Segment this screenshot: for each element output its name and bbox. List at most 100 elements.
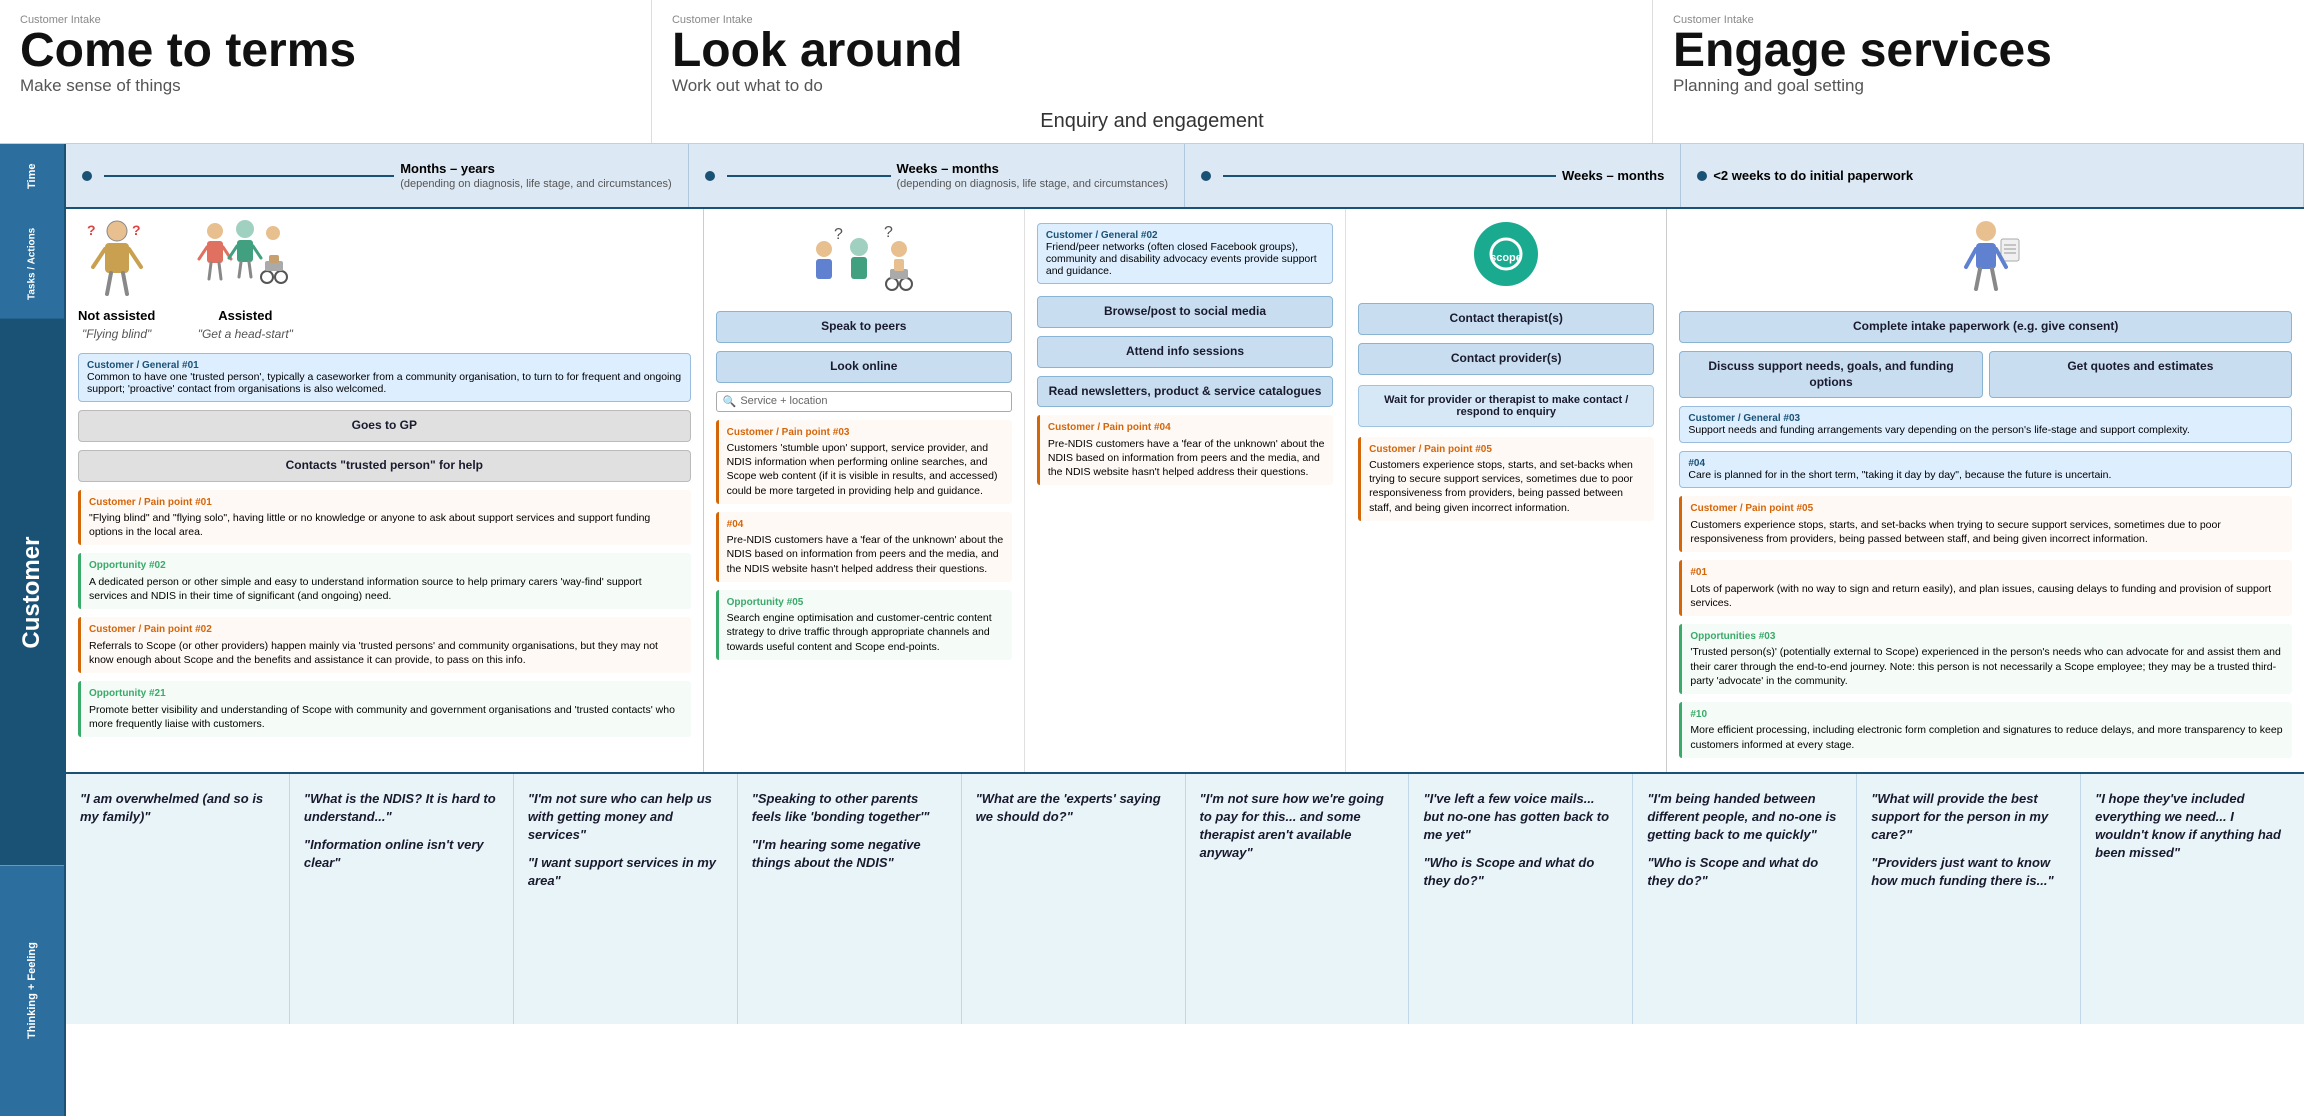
action-goes-to-gp: Goes to GP <box>78 410 691 442</box>
left-strip: Time Tasks / Actions Customer Thinking +… <box>0 144 66 1116</box>
pain-2-label: Customer / Pain point #02 <box>89 623 683 637</box>
thinking-quote-2b: "Information online isn't very clear" <box>304 836 499 872</box>
pain-6-text: Customers experience stops, starts, and … <box>1369 458 1646 515</box>
time-text-4: <2 weeks to do initial paperwork <box>1713 168 1913 183</box>
pain-note-7b: #01 Lots of paperwork (with no way to si… <box>1679 560 2292 616</box>
thinking-cell-2: "What is the NDIS? It is hard to underst… <box>290 774 514 1024</box>
pain-note-3: Customer / Pain point #03 Customers 'stu… <box>716 420 1012 504</box>
pain-5-text: Pre-NDIS customers have a 'fear of the u… <box>1048 437 1325 480</box>
action-read-newsletters: Read newsletters, product & service cata… <box>1037 376 1333 408</box>
thinking-cell-4: "Speaking to other parents feels like 'b… <box>738 774 962 1024</box>
not-assisted-figure: ? ? <box>87 219 147 299</box>
time-text-1: Months – years (depending on diagnosis, … <box>400 161 672 190</box>
thinking-quote-1: "I am overwhelmed (and so is my family)" <box>80 790 275 826</box>
opp-2-label: Opportunity #21 <box>89 687 683 701</box>
action-speak-peers: Speak to peers <box>716 311 1012 343</box>
pain-7b-label: #01 <box>1690 566 2284 580</box>
assisted-label: Assisted <box>195 308 295 323</box>
time-cell-3: Weeks – months <box>1185 144 1681 207</box>
illustrations-row: ? ? Not assisted "Flying blind" <box>78 219 691 341</box>
thinking-quote-5: "What are the 'experts' saying we should… <box>976 790 1171 826</box>
thinking-quote-6: "I'm not sure how we're going to pay for… <box>1200 790 1395 863</box>
thinking-quote-3: "I'm not sure who can help us with getti… <box>528 790 723 845</box>
svg-text:?: ? <box>834 226 843 243</box>
person-assisted: Assisted "Get a head-start" <box>195 219 295 341</box>
opp-4-text: 'Trusted person(s)' (potentially externa… <box>1690 645 2284 688</box>
pain-4-label: #04 <box>727 518 1004 532</box>
look-around-figures: ? ? <box>716 219 1012 299</box>
not-assisted-label: Not assisted <box>78 308 155 323</box>
cust-general-2: Customer / General #02 Friend/peer netwo… <box>1037 223 1333 284</box>
opp-4-label: Opportunities #03 <box>1690 630 2284 644</box>
phase-3-subtitle: Planning and goal setting <box>1673 76 2284 96</box>
opp-1-label: Opportunity #02 <box>89 559 683 573</box>
phase-2-enquiry: Enquiry and engagement <box>672 96 1632 133</box>
thinking-cell-6: "I'm not sure how we're going to pay for… <box>1186 774 1410 1024</box>
pain-note-2: Customer / Pain point #02 Referrals to S… <box>78 617 691 673</box>
search-icon: 🔍 <box>723 395 737 408</box>
cust-general-2-text: Friend/peer networks (often closed Faceb… <box>1046 241 1324 277</box>
phase-1-block: Customer Intake Come to terms Make sense… <box>0 0 652 143</box>
pain-7b-text: Lots of paperwork (with no way to sign a… <box>1690 582 2284 610</box>
col-look-around: ? ? <box>704 209 1668 771</box>
opp-5-text: More efficient processing, including ele… <box>1690 723 2284 751</box>
thinking-quote-3b: "I want support services in my area" <box>528 854 723 890</box>
pain-6-label: Customer / Pain point #05 <box>1369 443 1646 457</box>
phase-2-block: Customer Intake Look around Work out wha… <box>652 0 1653 143</box>
action-wait-respond: Wait for provider or therapist to make c… <box>1358 385 1654 427</box>
pain-7-text: Customers experience stops, starts, and … <box>1690 518 2284 546</box>
time-line-3 <box>1223 175 1556 177</box>
thinking-quote-8: "I'm being handed between different peop… <box>1647 790 1842 845</box>
phase-2-subtitle: Work out what to do <box>672 76 1632 96</box>
pain-note-4: #04 Pre-NDIS customers have a 'fear of t… <box>716 512 1012 582</box>
opp-note-3: Opportunity #05 Search engine optimisati… <box>716 590 1012 660</box>
opp-note-5: #10 More efficient processing, including… <box>1679 702 2292 758</box>
not-assisted-sub: "Flying blind" <box>78 327 155 341</box>
pain-1-text: "Flying blind" and "flying solo", having… <box>89 511 683 539</box>
time-dot-3 <box>1201 171 1211 181</box>
pain-3-text: Customers 'stumble upon' support, servic… <box>727 441 1004 498</box>
cust-general-3b-header: #04 <box>1688 458 2283 469</box>
opp-5-label: #10 <box>1690 708 2284 722</box>
subcol-social: Customer / General #02 Friend/peer netwo… <box>1025 209 1346 771</box>
opp-note-4: Opportunities #03 'Trusted person(s)' (p… <box>1679 624 2292 694</box>
content-area: Months – years (depending on diagnosis, … <box>66 144 2304 1116</box>
cust-general-1: Customer / General #01 Common to have on… <box>78 353 691 402</box>
cust-general-1-text: Common to have one 'trusted person', typ… <box>87 371 682 395</box>
time-cell-4: <2 weeks to do initial paperwork <box>1681 144 2304 207</box>
cust-general-3b: #04 Care is planned for in the short ter… <box>1679 451 2292 488</box>
cust-general-2-header: Customer / General #02 <box>1046 230 1324 241</box>
thinking-quote-4: "Speaking to other parents feels like 'b… <box>752 790 947 826</box>
pain-note-7: Customer / Pain point #05 Customers expe… <box>1679 496 2292 552</box>
opp-1-text: A dedicated person or other simple and e… <box>89 575 683 603</box>
col-engage-services: Complete intake paperwork (e.g. give con… <box>1667 209 2304 771</box>
action-intake-paperwork: Complete intake paperwork (e.g. give con… <box>1679 311 2292 343</box>
scope-area: scope <box>1358 219 1654 289</box>
thinking-row-label: Thinking + Feeling <box>0 866 64 1116</box>
thinking-quote-9b: "Providers just want to know how much fu… <box>1871 854 2066 890</box>
time-cell-2: Weeks – months (depending on diagnosis, … <box>689 144 1185 207</box>
pain-note-5: Customer / Pain point #04 Pre-NDIS custo… <box>1037 415 1333 485</box>
main-content-row: ? ? Not assisted "Flying blind" <box>66 209 2304 773</box>
action-contacts-trusted: Contacts "trusted person" for help <box>78 450 691 482</box>
customer-row-label: Customer <box>0 319 64 866</box>
thinking-quote-10: "I hope they've included everything we n… <box>2095 790 2290 863</box>
action-contact-therapists: Contact therapist(s) <box>1358 303 1654 335</box>
phases-header: Customer Intake Come to terms Make sense… <box>0 0 2304 144</box>
main-grid: Time Tasks / Actions Customer Thinking +… <box>0 144 2304 1116</box>
thinking-row: "I am overwhelmed (and so is my family)"… <box>66 774 2304 1024</box>
tasks-row-label: Tasks / Actions <box>0 209 64 319</box>
opp-3-label: Opportunity #05 <box>727 596 1004 610</box>
time-row: Months – years (depending on diagnosis, … <box>66 144 2304 209</box>
assisted-sub: "Get a head-start" <box>195 327 295 341</box>
svg-text:scope: scope <box>1490 252 1522 264</box>
svg-text:?: ? <box>87 222 96 238</box>
time-dot-2 <box>705 171 715 181</box>
opp-note-2: Opportunity #21 Promote better visibilit… <box>78 681 691 737</box>
pain-4-text: Pre-NDIS customers have a 'fear of the u… <box>727 533 1004 576</box>
time-dot-4 <box>1697 171 1707 181</box>
search-box[interactable]: 🔍 Service + location <box>716 391 1012 412</box>
pain-5-label: Customer / Pain point #04 <box>1048 421 1325 435</box>
thinking-cell-8: "I'm being handed between different peop… <box>1633 774 1857 1024</box>
action-discuss-support: Discuss support needs, goals, and fundin… <box>1679 351 1982 398</box>
